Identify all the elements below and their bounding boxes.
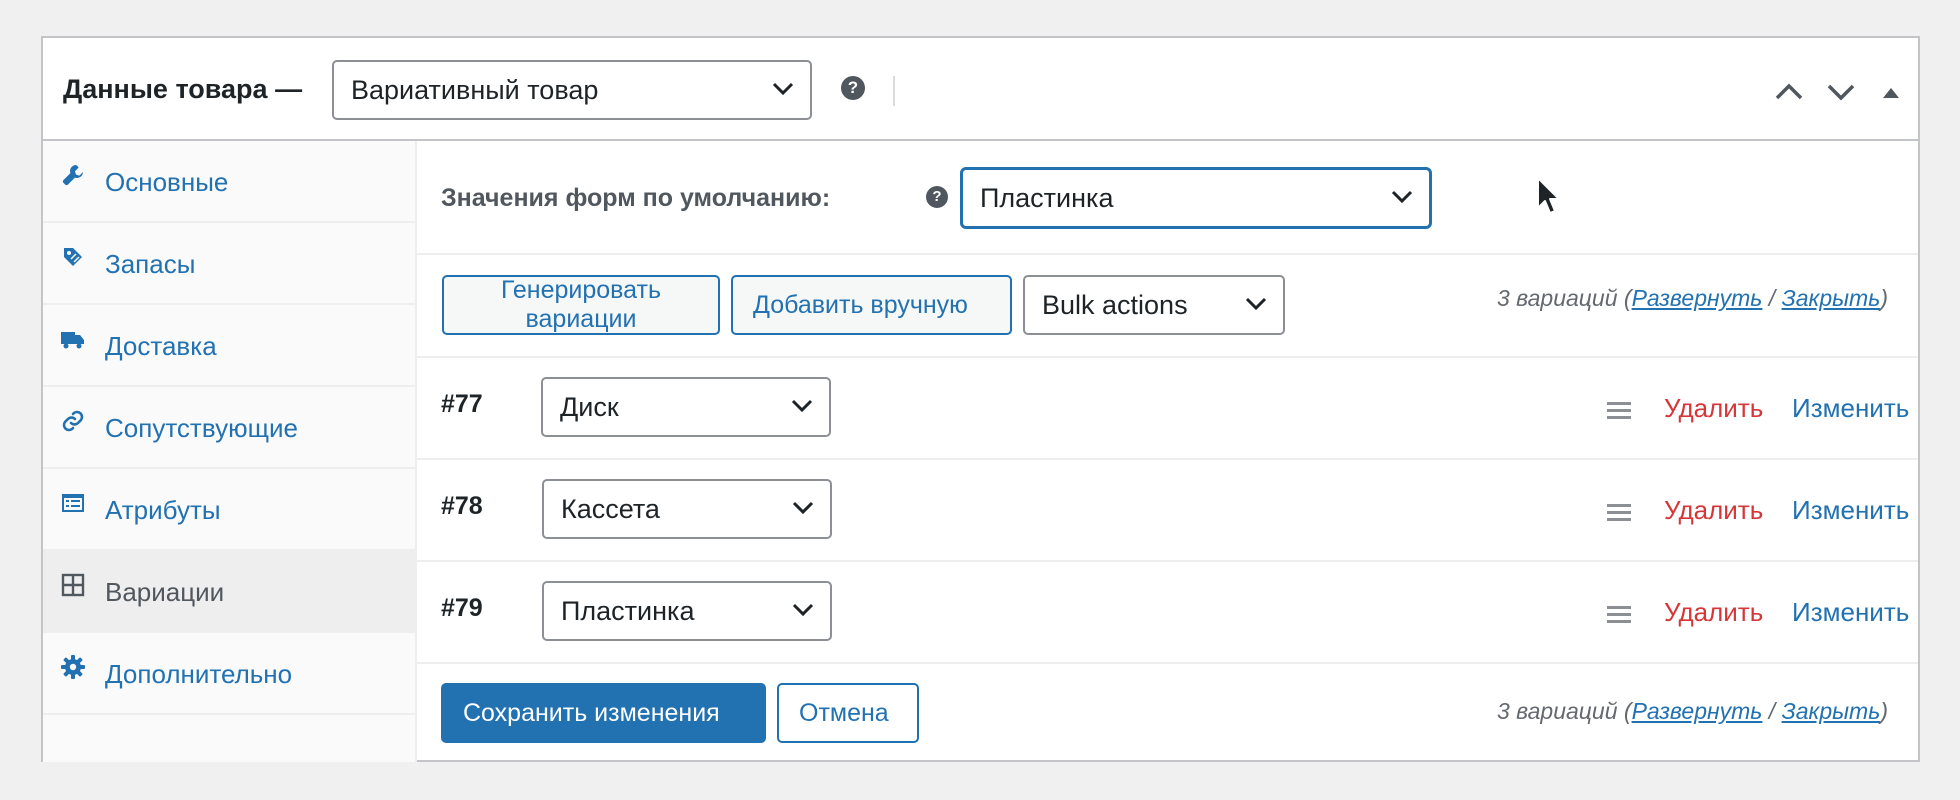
tab-label: Запасы <box>105 249 196 279</box>
tab-label: Дополнительно <box>105 659 293 689</box>
tab-variations[interactable]: Вариации <box>43 551 415 633</box>
drag-handle-icon[interactable] <box>1607 502 1631 522</box>
tab-label: Сопутствующие <box>105 413 298 443</box>
expand-link[interactable]: Развернуть <box>1632 285 1763 311</box>
mouse-cursor-icon <box>1537 177 1560 214</box>
variation-row: #79 Пластинка Удалить Изменить <box>417 562 1918 664</box>
product-data-tabs: Основные Запасы Доставка Сопутствующие А… <box>43 141 417 762</box>
drag-handle-icon[interactable] <box>1607 604 1631 624</box>
variation-format-select[interactable]: Пластинка <box>542 581 832 641</box>
add-manually-button[interactable]: Добавить вручную <box>731 275 1012 335</box>
variation-format-value: Диск <box>560 391 619 422</box>
tab-shipping[interactable]: Доставка <box>43 305 415 387</box>
chevron-down-icon <box>1245 297 1267 311</box>
wrench-icon <box>62 165 83 186</box>
delete-variation-link[interactable]: Удалить <box>1664 495 1763 526</box>
variation-format-select[interactable]: Кассета <box>542 479 832 539</box>
collapse-link[interactable]: Закрыть <box>1782 285 1881 311</box>
tab-label: Доставка <box>105 331 217 361</box>
tab-linked-products[interactable]: Сопутствующие <box>43 387 415 469</box>
variation-id: #79 <box>441 594 483 622</box>
tab-inventory[interactable]: Запасы <box>43 223 415 305</box>
bulk-actions-value: Bulk actions <box>1042 289 1188 320</box>
variation-id: #77 <box>441 390 483 418</box>
header-divider <box>893 76 895 106</box>
bulk-actions-select[interactable]: Bulk actions <box>1023 275 1285 335</box>
chevron-down-icon <box>1391 190 1413 204</box>
delete-variation-link[interactable]: Удалить <box>1664 597 1763 628</box>
save-changes-button[interactable]: Сохранить изменения <box>441 683 766 743</box>
help-icon[interactable]: ? <box>841 76 865 100</box>
grid-icon <box>61 573 85 597</box>
variations-count: 3 вариаций (Развернуть / Закрыть) <box>1496 285 1888 311</box>
variation-format-value: Кассета <box>561 493 660 524</box>
product-type-select[interactable]: Вариативный товар <box>332 60 812 120</box>
edit-variation-link[interactable]: Изменить <box>1792 393 1909 424</box>
variations-panel: Значения форм по умолчанию: ? Пластинка … <box>417 141 1918 762</box>
default-format-value: Пластинка <box>980 182 1114 213</box>
tab-label: Основные <box>105 167 229 197</box>
product-data-panel: Данные товара — Вариативный товар ? Осно… <box>41 36 1920 762</box>
variation-id: #78 <box>441 492 483 520</box>
help-icon[interactable]: ? <box>926 186 948 208</box>
tab-general[interactable]: Основные <box>43 141 415 223</box>
drag-handle-icon[interactable] <box>1607 400 1631 420</box>
expand-link[interactable]: Развернуть <box>1632 698 1763 724</box>
chevron-down-icon <box>772 82 794 96</box>
generate-variations-button[interactable]: Генерировать вариации <box>442 275 720 335</box>
delete-variation-link[interactable]: Удалить <box>1664 393 1763 424</box>
gear-icon <box>61 655 85 679</box>
default-values-label: Значения форм по умолчанию: <box>441 184 831 212</box>
variations-count: 3 вариаций (Развернуть / Закрыть) <box>1496 698 1888 724</box>
product-type-value: Вариативный товар <box>351 74 599 105</box>
variation-format-value: Пластинка <box>561 595 695 626</box>
collapse-link[interactable]: Закрыть <box>1782 698 1881 724</box>
tab-label: Вариации <box>105 577 225 607</box>
chevron-down-icon <box>791 399 813 413</box>
variations-footer: Сохранить изменения Отмена 3 вариаций (Р… <box>417 664 1918 762</box>
panel-header: Данные товара — Вариативный товар ? <box>43 38 1918 141</box>
truck-icon <box>61 332 84 349</box>
chevron-down-icon <box>792 603 814 617</box>
edit-variation-link[interactable]: Изменить <box>1792 597 1909 628</box>
collapse-panel-icon[interactable] <box>1873 74 1909 110</box>
move-up-icon[interactable] <box>1771 74 1807 110</box>
variations-toolbar: Генерировать вариации Добавить вручную B… <box>417 255 1918 358</box>
variation-format-select[interactable]: Диск <box>541 377 831 437</box>
tag-icon <box>64 248 82 266</box>
variation-row: #77 Диск Удалить Изменить <box>417 358 1918 460</box>
link-icon <box>62 410 84 432</box>
list-icon <box>62 494 84 512</box>
cancel-button[interactable]: Отмена <box>777 683 919 743</box>
default-format-select[interactable]: Пластинка <box>961 168 1431 228</box>
panel-title: Данные товара — <box>63 74 303 104</box>
move-down-icon[interactable] <box>1823 74 1859 110</box>
tab-attributes[interactable]: Атрибуты <box>43 469 415 551</box>
chevron-down-icon <box>792 501 814 515</box>
variation-row: #78 Кассета Удалить Изменить <box>417 460 1918 562</box>
edit-variation-link[interactable]: Изменить <box>1792 495 1909 526</box>
tab-label: Атрибуты <box>105 495 221 525</box>
default-values-row: Значения форм по умолчанию: ? Пластинка <box>417 141 1918 255</box>
tab-advanced[interactable]: Дополнительно <box>43 633 415 715</box>
